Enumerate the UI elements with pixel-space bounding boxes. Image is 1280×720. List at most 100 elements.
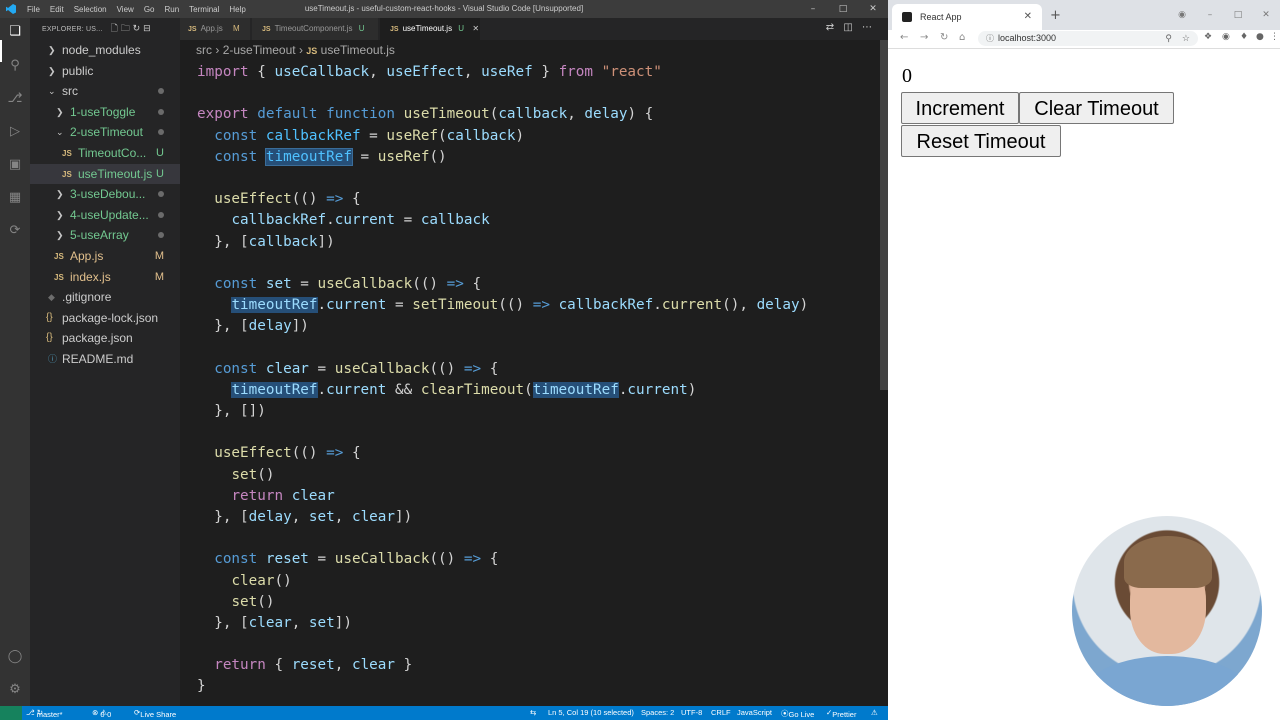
increment-button[interactable]: Increment [901,92,1019,124]
breadcrumb-file[interactable]: useTimeout.js [321,43,395,57]
line-ending[interactable]: CRLF [711,708,731,717]
code-line[interactable]: set() [197,592,808,613]
tree-item[interactable]: JS index.js M [30,267,180,287]
explorer-icon[interactable]: ❏ [7,24,23,40]
tree-item[interactable]: JS useTimeout.js U [30,163,180,184]
code-line[interactable] [197,253,808,274]
code-line[interactable]: }, [delay, set, clear]) [197,507,808,528]
extension-icon[interactable]: ❖ [1204,32,1212,42]
code-line[interactable] [197,422,808,443]
encoding[interactable]: UTF-8 [681,708,702,717]
code-line[interactable]: const reset = useCallback(() => { [197,549,808,570]
breadcrumb-folder[interactable]: 2-useTimeout [223,43,296,57]
editor-scrollbar[interactable] [880,40,888,390]
code-line[interactable]: set() [197,465,808,486]
tree-item[interactable]: ❯ 4-useUpdate... [30,205,180,225]
site-info-icon[interactable]: ⓘ [986,34,994,43]
tree-item[interactable]: JS App.js M [30,246,180,266]
code-editor[interactable]: import { useCallback, useEffect, useRef … [180,62,875,706]
browser-tab[interactable]: React App ✕ [892,4,1042,30]
menu-icon[interactable]: ⋮ [1270,32,1279,42]
code-line[interactable]: timeoutRef.current = setTimeout(() => ca… [197,295,808,316]
remote-explorer-icon[interactable]: ▣ [7,157,23,173]
maximize-icon[interactable]: □ [828,0,858,18]
split-editor-icon[interactable]: ◫ [843,22,852,33]
tree-item[interactable]: ⓘ README.md [30,349,180,369]
address-bar[interactable]: ⓘ localhost:3000 ⚲ ☆ [978,31,1198,46]
code-line[interactable] [197,528,808,549]
indentation[interactable]: Spaces: 2 [641,708,674,717]
code-line[interactable]: const callbackRef = useRef(callback) [197,126,808,147]
maximize-icon[interactable]: □ [1224,0,1252,30]
clear-timeout-button[interactable]: Clear Timeout [1019,92,1174,124]
minimize-icon[interactable]: – [798,0,828,18]
code-line[interactable]: return { reset, clear } [197,655,808,676]
home-icon[interactable]: ⌂ [959,32,965,43]
puzzle-icon[interactable]: ♦ [1240,32,1248,42]
source-control-icon[interactable]: ⎇ [7,91,23,107]
search-icon[interactable]: ⚲ [7,58,23,74]
code-line[interactable]: const clear = useCallback(() => { [197,359,808,380]
code-line[interactable]: }, []) [197,401,808,422]
notifications-icon[interactable]: ⚠ [871,708,878,717]
compare-icon[interactable]: ⇄ [826,22,834,33]
back-icon[interactable]: ← [900,32,908,43]
tree-item[interactable]: {} package.json [30,328,180,348]
prettier-status[interactable]: ✓ Prettier [826,708,856,719]
code-line[interactable]: callbackRef.current = callback [197,210,808,231]
code-line[interactable]: return clear [197,486,808,507]
close-tab-icon[interactable]: ✕ [1024,11,1032,22]
minimize-icon[interactable]: – [1196,0,1224,30]
close-tab-icon[interactable]: ✕ [472,24,479,33]
sync-icon[interactable]: ⇆ [530,708,536,717]
reload-icon[interactable]: ↻ [940,32,948,43]
code-line[interactable]: }, [delay]) [197,316,808,337]
code-content[interactable]: import { useCallback, useEffect, useRef … [197,62,808,698]
close-icon[interactable]: ✕ [858,0,888,18]
tab-app-js[interactable]: JS App.js M [180,18,250,40]
extensions-icon[interactable]: ▦ [7,190,23,206]
live-share-icon[interactable]: ⟳ [7,223,23,239]
tree-item[interactable]: ❯ node_modules [30,40,180,60]
record-icon[interactable]: ◉ [1168,0,1196,30]
collapse-all-icon[interactable]: ⊟ [143,23,151,33]
new-tab-icon[interactable]: + [1050,8,1061,23]
reset-timeout-button[interactable]: Reset Timeout [901,125,1061,157]
code-line[interactable] [197,634,808,655]
breadcrumb-src[interactable]: src [196,43,212,57]
code-line[interactable]: } [197,676,808,697]
code-line[interactable]: clear() [197,571,808,592]
run-debug-icon[interactable]: ▷ [7,124,23,140]
refresh-icon[interactable]: ↻ [133,23,141,33]
cursor-position[interactable]: Ln 5, Col 19 (10 selected) [548,708,634,717]
tree-item[interactable]: ❯ public [30,61,180,81]
code-line[interactable]: }, [callback]) [197,232,808,253]
profile-icon[interactable]: ● [1256,32,1264,42]
account-icon[interactable]: ◯ [7,649,23,665]
go-live-status[interactable]: ⦿ Go Live [781,708,814,719]
tree-item[interactable]: ◆ .gitignore [30,287,180,307]
tab-timeout-component[interactable]: JS TimeoutComponent.js U [252,18,378,40]
code-line[interactable] [197,168,808,189]
extension-icon[interactable]: ◉ [1222,32,1230,42]
tree-item[interactable]: ⌄ 2-useTimeout [30,122,180,142]
tree-item[interactable]: ❯ 5-useArray [30,225,180,245]
more-actions-icon[interactable]: ⋯ [862,22,872,33]
code-line[interactable]: const set = useCallback(() => { [197,274,808,295]
tree-item[interactable]: ❯ 1-useToggle [30,102,180,122]
code-line[interactable]: import { useCallback, useEffect, useRef … [197,62,808,83]
live-share-status[interactable]: ⟳ Live Share [134,708,176,719]
code-line[interactable]: useEffect(() => { [197,443,808,464]
tree-item[interactable]: ⌄ src [30,81,180,101]
tree-item[interactable]: ❯ 3-useDebou... [30,184,180,204]
tab-use-timeout[interactable]: JS useTimeout.js U ✕ [380,18,480,40]
new-folder-icon[interactable]: 🗀 [121,23,130,33]
code-line[interactable]: const timeoutRef = useRef() [197,147,808,168]
bookmark-star-icon[interactable]: ☆ [1182,31,1190,46]
forward-icon[interactable]: → [920,32,928,43]
code-line[interactable]: }, [clear, set]) [197,613,808,634]
code-line[interactable] [197,337,808,358]
gear-icon[interactable]: ⚙ [7,682,23,698]
tree-item[interactable]: JS TimeoutCo... U [30,143,180,163]
problems-status[interactable]: ⊗ 0 ⚠ 0 [92,708,111,719]
